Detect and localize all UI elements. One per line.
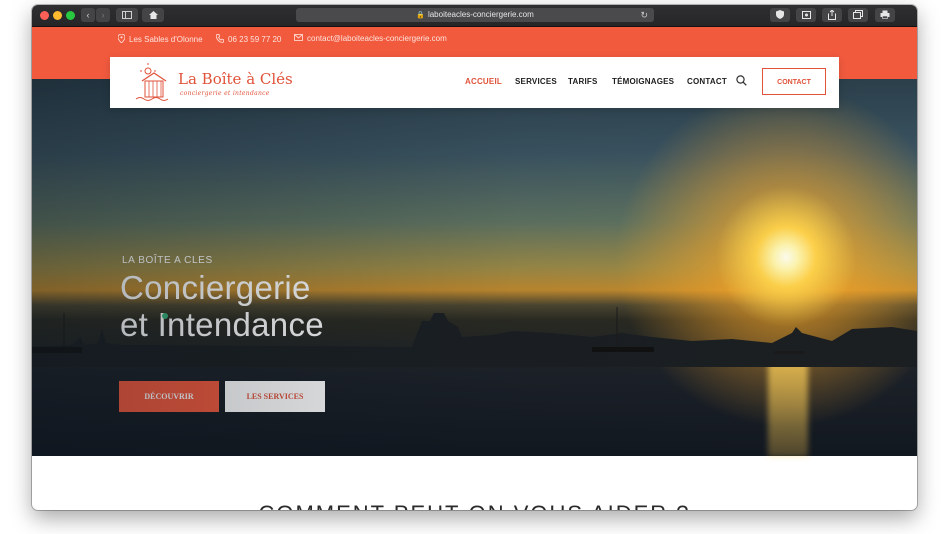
hero-title-line1: Conciergerie bbox=[120, 269, 311, 306]
home-icon[interactable] bbox=[142, 8, 164, 22]
hero-eyebrow: LA BOÎTE A CLES bbox=[122, 255, 213, 266]
browser-toolbar: ‹ › 🔒 laboiteacles-conciergerie.com ↻ bbox=[32, 5, 917, 27]
services-button[interactable]: LES SERVICES bbox=[225, 381, 325, 412]
contact-button[interactable]: CONTACT bbox=[762, 68, 826, 95]
zoom-window-button[interactable] bbox=[66, 11, 75, 20]
map-pin-icon bbox=[117, 33, 126, 45]
lock-icon: 🔒 bbox=[416, 12, 425, 19]
share-icon[interactable] bbox=[822, 8, 842, 22]
close-window-button[interactable] bbox=[40, 11, 49, 20]
beach-hut-icon bbox=[135, 63, 169, 101]
hero-title-line2: et Intendance bbox=[120, 306, 324, 343]
email-info[interactable]: contact@laboiteacles-conciergerie.com bbox=[294, 34, 447, 43]
sun-reflection bbox=[768, 347, 808, 457]
nav-temoignages[interactable]: TÉMOIGNAGES bbox=[612, 77, 674, 86]
logo-tagline: conciergerie et intendance bbox=[180, 90, 270, 97]
print-icon[interactable] bbox=[875, 8, 895, 22]
header-card: La Boîte à Clés conciergerie et intendan… bbox=[110, 57, 839, 108]
minimize-window-button[interactable] bbox=[53, 11, 62, 20]
harbor-skyline bbox=[32, 307, 917, 367]
nav-services[interactable]: SERVICES bbox=[515, 77, 557, 86]
location-info: Les Sables d'Olonne bbox=[117, 33, 203, 45]
section-heading: COMMENT PEUT-ON VOUS AIDER ? bbox=[32, 501, 917, 510]
logo-name: La Boîte à Clés bbox=[178, 70, 293, 88]
forward-icon[interactable]: › bbox=[96, 8, 110, 22]
back-icon[interactable]: ‹ bbox=[81, 8, 95, 22]
url-text: laboiteacles-conciergerie.com bbox=[427, 10, 534, 19]
browser-window: ‹ › 🔒 laboiteacles-conciergerie.com ↻ Le… bbox=[32, 5, 917, 510]
location-text: Les Sables d'Olonne bbox=[129, 35, 203, 44]
nav-contact[interactable]: CONTACT bbox=[687, 77, 727, 86]
nav-accueil[interactable]: ACCUEIL bbox=[465, 77, 502, 86]
phone-icon bbox=[215, 34, 225, 45]
extension-icon[interactable] bbox=[796, 8, 816, 22]
shield-icon[interactable] bbox=[770, 8, 790, 22]
mail-icon bbox=[294, 34, 303, 43]
address-bar[interactable]: 🔒 laboiteacles-conciergerie.com ↻ bbox=[296, 8, 654, 22]
page-viewport: Les Sables d'Olonne 06 23 59 77 20 conta… bbox=[32, 27, 917, 510]
hero-title: Conciergerie et Intendance bbox=[120, 269, 324, 343]
phone-text: 06 23 59 77 20 bbox=[228, 35, 282, 44]
nav-tarifs[interactable]: TARIFS bbox=[568, 77, 598, 86]
sidebar-toggle-icon[interactable] bbox=[116, 8, 138, 22]
discover-button[interactable]: DÉCOUVRIR bbox=[119, 381, 219, 412]
search-icon[interactable] bbox=[736, 75, 747, 86]
tabs-overview-icon[interactable] bbox=[848, 8, 868, 22]
site-logo[interactable]: La Boîte à Clés conciergerie et intendan… bbox=[134, 63, 293, 103]
reload-icon[interactable]: ↻ bbox=[640, 8, 648, 22]
email-text: contact@laboiteacles-conciergerie.com bbox=[307, 34, 447, 43]
phone-info[interactable]: 06 23 59 77 20 bbox=[215, 34, 282, 45]
cursor-dot bbox=[162, 313, 168, 319]
hero-section: LA BOÎTE A CLES Conciergerie et Intendan… bbox=[32, 79, 917, 457]
